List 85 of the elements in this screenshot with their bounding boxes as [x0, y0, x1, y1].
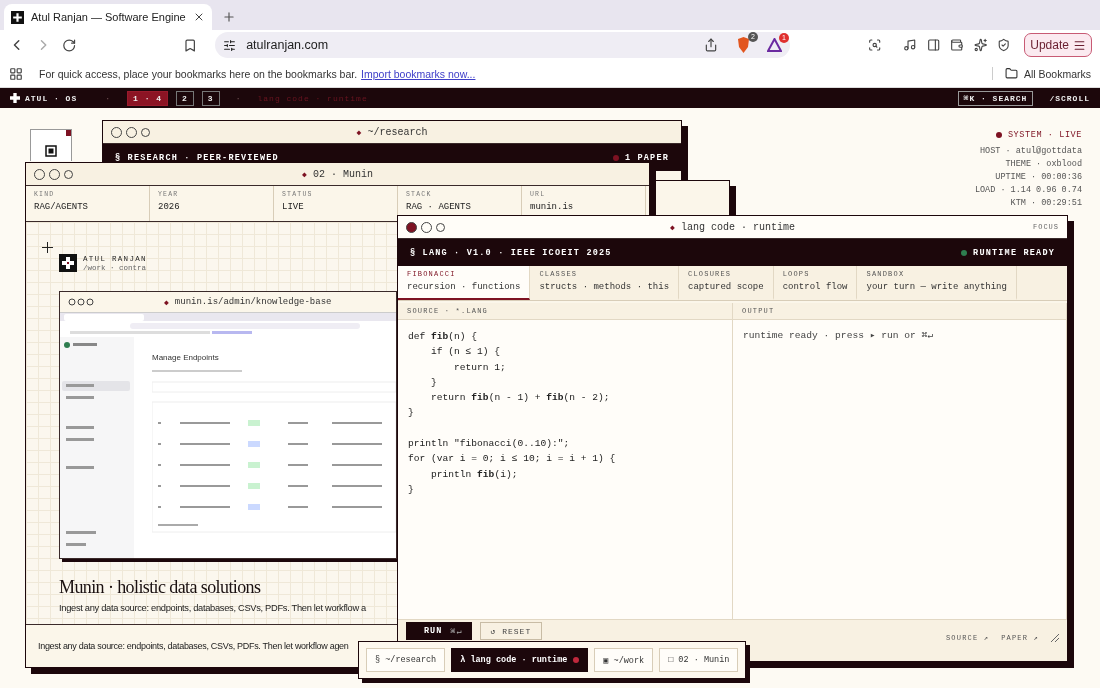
current-window-label: lang code · runtime [257, 93, 368, 103]
update-button[interactable]: Update [1024, 33, 1092, 57]
section-title: § RESEARCH · PEER-REVIEWED [115, 152, 279, 163]
code-line: return fib(n - 1) + fib(n - 2); [430, 391, 610, 406]
meta-value: LIVE [282, 202, 305, 212]
sidebar-icon[interactable] [926, 38, 941, 52]
window-title: ~/research [367, 126, 428, 138]
author-logo-icon [59, 254, 77, 272]
menu-icon[interactable] [1073, 38, 1086, 52]
system-info-text: UPTIME · 00:00:36 [995, 172, 1082, 182]
code-line: return 1; [453, 360, 506, 375]
system-info-text: LOAD · 1.14 0.96 0.74 [974, 185, 1082, 195]
bookmark-icon[interactable] [182, 37, 198, 53]
crosshair-icon [42, 242, 53, 253]
status-dot [995, 132, 1002, 138]
shield-icon[interactable] [996, 38, 1011, 52]
music-icon[interactable] [903, 38, 917, 52]
triangle-icon[interactable] [766, 38, 782, 52]
site-favicon-icon [11, 10, 24, 24]
paper-count: 1 PAPER [624, 152, 669, 163]
output-text: runtime ready · press ▸ run or ⌘↵ [742, 329, 935, 343]
window-title: 02 · Munin [312, 168, 373, 180]
meta-value: 2026 [158, 202, 181, 212]
runtime-status: RUNTIME READY [973, 247, 1055, 258]
system-info-text: THEME · oxblood [1005, 159, 1082, 169]
scan-icon[interactable] [867, 38, 882, 52]
cross-logo-icon [10, 93, 20, 103]
desktop-icon[interactable] [30, 129, 72, 161]
apps-grid-icon[interactable] [9, 66, 23, 81]
page-title: Manage Endpoints [152, 353, 220, 362]
page-tab[interactable]: 1 · 4 [127, 90, 169, 106]
status-dot [961, 249, 968, 256]
code-line: def fib(n) { [408, 330, 478, 344]
import-bookmarks-link[interactable]: Import bookmarks now... [361, 67, 476, 80]
brand-name[interactable]: ATUL · OS [25, 93, 78, 103]
scroll-link[interactable]: /SCROLL [1049, 93, 1090, 103]
separator-dot: · [235, 93, 242, 103]
bookmarks-hint: For quick access, place your bookmarks here on the bookmarks bar. [39, 67, 358, 80]
code-line: for (var i = 0; i ≤ 10; i = i + 1) { [408, 452, 616, 467]
dock-item[interactable]: □ 02 · Munin [659, 648, 739, 672]
code-line: } [408, 406, 414, 421]
code-line: } [430, 375, 437, 390]
dock-item[interactable]: § ~/research [366, 648, 446, 672]
footer-text: Ingest any data source: endpoints, databases, CSVs, PDFs. Then let workflow agen [38, 641, 349, 651]
code-line: println "fibonacci(0..10):"; [408, 437, 570, 452]
reload-icon[interactable] [62, 37, 77, 53]
code-line: } [408, 482, 414, 497]
project-heading: Munin · holistic data solutions [59, 577, 262, 598]
diamond-marker: ◆ [356, 127, 362, 137]
window-control[interactable] [406, 221, 417, 233]
code-line: println fib(i); [430, 467, 518, 482]
diamond-marker: ◆ [670, 222, 675, 232]
window-controls-icon [68, 298, 94, 306]
meta-value: munin.is [530, 202, 575, 212]
code-line: if (n ≤ 1) { [430, 345, 501, 360]
dock-item[interactable]: ▣ ~/work [594, 648, 654, 672]
new-tab-icon[interactable] [221, 10, 236, 24]
share-icon[interactable] [703, 38, 718, 52]
sparkle-icon[interactable] [973, 38, 987, 52]
dock-item[interactable]: λ lang code · runtime [451, 648, 589, 672]
wallet-icon[interactable] [950, 38, 964, 52]
reset-button[interactable]: ↺ RESET [479, 622, 543, 640]
site-settings-icon[interactable] [223, 38, 237, 52]
diamond-marker: ◆ [302, 169, 307, 179]
system-info-text: HOST · atul@gottdata [979, 146, 1082, 156]
section-title: § LANG · V1.0 · IEEE ICOEIT 2025 [410, 247, 612, 258]
folder-icon[interactable] [1004, 67, 1018, 80]
search-button[interactable]: ⌘K · SEARCH [957, 90, 1034, 106]
page-tab[interactable]: 3 [201, 90, 220, 106]
project-description: Ingest any data source: endpoints, databases, CSVs, PDFs. Then let workflow a [59, 603, 367, 613]
shield-icon[interactable] [735, 37, 751, 53]
browser-tab[interactable]: Atul Ranjan — Software Engine [4, 4, 212, 30]
separator-dot: · [105, 93, 112, 103]
run-button[interactable]: RUN ⌘↵ [406, 622, 472, 640]
preview-url: munin.is/admin/knowledge-base [174, 297, 332, 307]
all-bookmarks-button[interactable]: All Bookmarks [1023, 67, 1091, 80]
page-tab[interactable]: 2 [176, 90, 194, 106]
diamond-marker: ◆ [164, 297, 169, 307]
system-info-text: KTM · 00:29:51 [1010, 198, 1082, 208]
resize-grip-icon[interactable] [1051, 634, 1059, 642]
system-status: SYSTEM · LIVE [1007, 130, 1082, 140]
meta-value: RAG/AGENTS [34, 202, 89, 212]
status-dot [612, 154, 619, 161]
window-title: lang code · runtime [680, 221, 795, 233]
meta-value: RAG · AGENTS [406, 202, 472, 212]
